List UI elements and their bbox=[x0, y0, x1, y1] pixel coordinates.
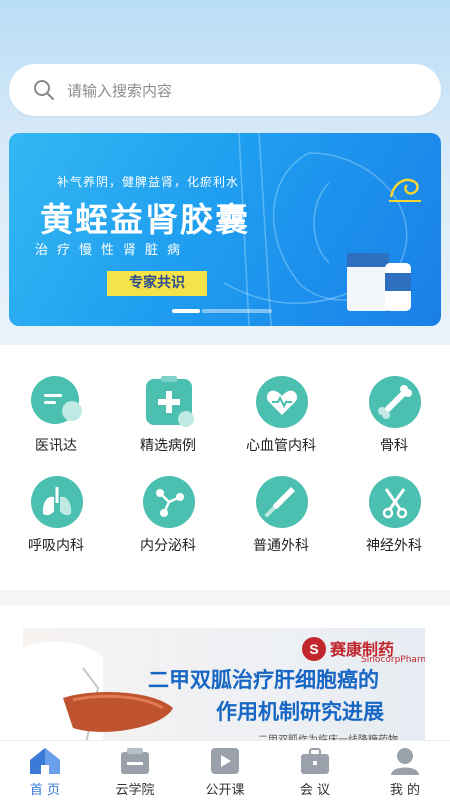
tab-label: 我 的 bbox=[389, 783, 421, 798]
category-label: 普通外科 bbox=[253, 538, 309, 554]
briefcase-icon bbox=[301, 748, 329, 774]
tab-home[interactable]: 首 页 bbox=[0, 741, 90, 801]
scissors-icon bbox=[369, 476, 421, 528]
tab-label: 会 议 bbox=[299, 783, 331, 798]
category-item-cardiology[interactable]: 心血管内科 bbox=[225, 345, 337, 454]
brand-logo-icon bbox=[389, 178, 421, 202]
chat-bubble-icon bbox=[31, 376, 82, 424]
carousel-dot bbox=[202, 309, 272, 313]
bottom-tab-bar: 首 页 云学院 公开课 会 议 我 的 bbox=[0, 740, 450, 801]
search-icon bbox=[34, 80, 54, 100]
lungs-icon bbox=[31, 476, 83, 528]
tab-label: 首 页 bbox=[29, 783, 61, 798]
tab-meeting[interactable]: 会 议 bbox=[270, 741, 360, 801]
banner-product-name: 黄蛭益肾胶囊 bbox=[40, 200, 250, 239]
article-card[interactable]: S 赛康制药 SinocorpPharma 二甲双胍治疗肝细胞癌的 作用机制研究… bbox=[23, 628, 425, 748]
category-item-yixunda[interactable]: 医讯达 bbox=[0, 345, 112, 454]
article-title-line2: 作用机制研究进展 bbox=[216, 700, 384, 724]
scalpel-icon bbox=[256, 476, 308, 528]
heart-pulse-icon bbox=[256, 376, 308, 428]
medical-clipboard-icon bbox=[146, 376, 194, 427]
user-icon bbox=[391, 748, 419, 775]
category-label: 神经外科 bbox=[366, 538, 422, 554]
tab-profile[interactable]: 我 的 bbox=[360, 741, 450, 801]
carousel-dot-active bbox=[172, 309, 200, 313]
article-title-line1: 二甲双胍治疗肝细胞癌的 bbox=[148, 668, 379, 692]
tab-academy[interactable]: 云学院 bbox=[90, 741, 180, 801]
article-section: S 赛康制药 SinocorpPharma 二甲双胍治疗肝细胞癌的 作用机制研究… bbox=[0, 605, 450, 748]
tab-label: 公开课 bbox=[205, 783, 245, 798]
category-item-respiratory[interactable]: 呼吸内科 bbox=[0, 445, 112, 554]
banner-subtitle: 治疗慢性肾脏病 bbox=[35, 243, 190, 258]
svg-text:S: S bbox=[309, 641, 318, 657]
category-item-cases[interactable]: 精选病例 bbox=[112, 345, 224, 454]
molecule-icon bbox=[143, 476, 195, 528]
carousel-indicator bbox=[172, 309, 272, 313]
tab-label: 云学院 bbox=[115, 783, 155, 798]
category-label: 呼吸内科 bbox=[28, 538, 84, 554]
bone-icon bbox=[369, 376, 421, 428]
banner-tagline: 补气养阴，健脾益肾，化瘀利水 bbox=[57, 175, 240, 189]
sinocorp-logo-icon: S bbox=[302, 637, 326, 661]
promo-banner[interactable]: 补气养阴，健脾益肾，化瘀利水 黄蛭益肾胶囊 治疗慢性肾脏病 专家共识 bbox=[9, 133, 441, 326]
search-placeholder: 请输入搜索内容 bbox=[67, 82, 173, 100]
category-label: 内分泌科 bbox=[140, 538, 196, 554]
search-bar[interactable]: 请输入搜索内容 bbox=[9, 64, 441, 116]
tab-open-class[interactable]: 公开课 bbox=[180, 741, 270, 801]
academy-icon bbox=[121, 748, 149, 774]
category-item-endocrinology[interactable]: 内分泌科 bbox=[112, 445, 224, 554]
category-item-neurosurgery[interactable]: 神经外科 bbox=[338, 445, 450, 554]
category-grid: 医讯达 精选病例 心血管内科 骨科 呼吸内科 内分泌科 普通外科 神经外科 bbox=[0, 345, 450, 590]
expert-consensus-button[interactable]: 专家共识 bbox=[107, 271, 207, 296]
play-icon bbox=[211, 748, 239, 774]
home-icon bbox=[30, 748, 60, 774]
category-item-general-surgery[interactable]: 普通外科 bbox=[225, 445, 337, 554]
category-item-orthopedics[interactable]: 骨科 bbox=[338, 345, 450, 454]
